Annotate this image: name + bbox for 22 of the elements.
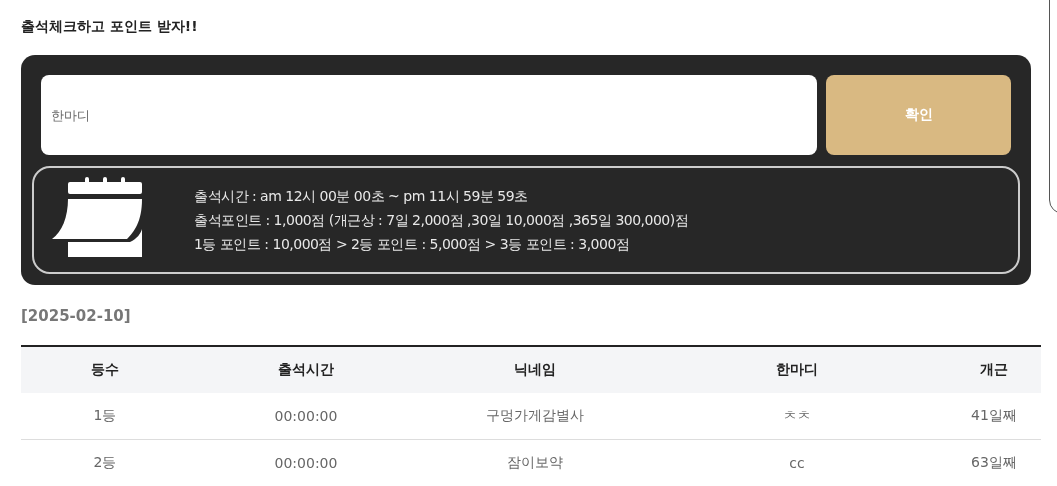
column-header: 등수 <box>21 346 189 393</box>
table-cell: 41일째 <box>947 393 1041 440</box>
column-header: 닉네임 <box>423 346 647 393</box>
table-cell: 구멍가게감별사 <box>423 393 647 440</box>
confirm-button[interactable]: 확인 <box>826 75 1011 155</box>
table-cell: 63일째 <box>947 439 1041 486</box>
table-cell: 1등 <box>21 393 189 440</box>
comment-field[interactable]: 한마디 <box>41 75 817 155</box>
table-cell: ㅊㅊ <box>647 393 947 440</box>
table-cell: 잠이보약 <box>423 439 647 486</box>
info-text: 1등 포인트 : 10,000점 > 2등 포인트 : 5,000점 > 3등 포인트 : 3,000점 <box>194 235 631 254</box>
date-label: [2025-02-10] <box>21 307 132 325</box>
table-cell: 00:00:00 <box>189 393 423 440</box>
info-text: 출석시간 : am 12시 00분 00초 ~ pm 11시 59분 59초 <box>194 187 529 206</box>
column-header: 출석시간 <box>189 346 423 393</box>
column-header: 개근 <box>947 346 1041 393</box>
table-cell: 00:00:00 <box>189 439 423 486</box>
column-header: 한마디 <box>647 346 947 393</box>
table-cell: cc <box>647 439 947 486</box>
page-title: 출석체크하고 포인트 받자!! <box>21 17 199 36</box>
table-cell: 2등 <box>21 439 189 486</box>
info-text: 출석포인트 : 1,000점 (개근상 : 7일 2,000점 ,30일 10,000점 ,365일 300,000)점 <box>194 211 689 230</box>
